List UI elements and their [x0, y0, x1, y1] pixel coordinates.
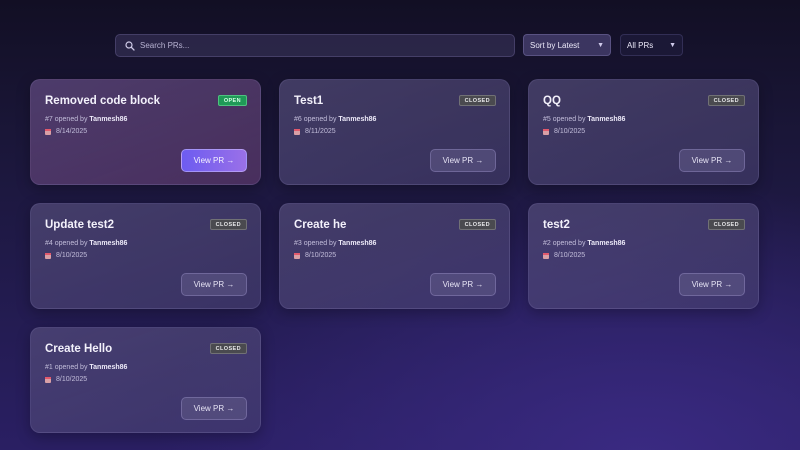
search-input[interactable] [140, 41, 500, 50]
pr-meta: #1 opened by Tanmesh86 [45, 364, 127, 371]
pr-number: #5 [543, 116, 551, 123]
pr-date: 8/14/2025 [56, 128, 88, 135]
status-badge: CLOSED [458, 95, 496, 106]
pr-author: Tanmesh86 [89, 240, 128, 247]
pr-number: #7 [45, 116, 53, 123]
view-pr-button[interactable]: View PR → [181, 397, 247, 420]
pr-author: Tanmesh86 [587, 240, 626, 247]
opened-by-text: opened by [303, 240, 337, 247]
calendar-icon [543, 252, 549, 259]
calendar-icon [294, 252, 300, 259]
pr-date-row: 8/10/2025 [45, 376, 87, 383]
sort-select[interactable]: Sort by Latest ▼ [523, 34, 611, 56]
status-badge: OPEN [217, 95, 247, 106]
pr-meta: #3 opened by Tanmesh86 [294, 240, 376, 247]
pr-author: Tanmesh86 [89, 116, 128, 123]
pr-author: Tanmesh86 [338, 240, 377, 247]
pr-date: 8/10/2025 [305, 252, 337, 259]
calendar-icon [45, 252, 51, 259]
pr-card: Create Hello CLOSED #1 opened by Tanmesh… [30, 327, 261, 433]
pr-date: 8/10/2025 [56, 376, 88, 383]
opened-by-text: opened by [54, 240, 88, 247]
view-pr-button[interactable]: View PR → [430, 273, 496, 296]
filter-select-value: All PRs [627, 40, 654, 50]
status-badge: CLOSED [209, 219, 247, 230]
pr-title: Create Hello [45, 343, 113, 355]
search-box[interactable] [115, 34, 515, 57]
calendar-icon [45, 128, 51, 135]
pr-card-grid: Removed code block OPEN #7 opened by Tan… [30, 79, 760, 439]
pr-date: 8/10/2025 [554, 252, 586, 259]
pr-card: Removed code block OPEN #7 opened by Tan… [30, 79, 261, 185]
pr-title: Test1 [294, 95, 324, 107]
pr-date-row: 8/11/2025 [294, 128, 336, 135]
filter-select[interactable]: All PRs ▼ [620, 34, 683, 56]
pr-card: QQ CLOSED #5 opened by Tanmesh86 8/10/20… [528, 79, 759, 185]
pr-meta: #7 opened by Tanmesh86 [45, 116, 127, 123]
pr-meta: #6 opened by Tanmesh86 [294, 116, 376, 123]
pr-date-row: 8/10/2025 [45, 252, 87, 259]
view-pr-button[interactable]: View PR → [679, 273, 745, 296]
pr-number: #2 [543, 240, 551, 247]
pr-title: Create he [294, 219, 347, 231]
pr-number: #1 [45, 364, 53, 371]
pr-number: #6 [294, 116, 302, 123]
pr-meta: #2 opened by Tanmesh86 [543, 240, 625, 247]
sort-select-value: Sort by Latest [530, 40, 580, 50]
opened-by-text: opened by [552, 116, 586, 123]
chevron-down-icon: ▼ [597, 41, 604, 49]
status-badge: CLOSED [458, 219, 496, 230]
pr-title: Removed code block [45, 95, 161, 107]
pr-meta: #5 opened by Tanmesh86 [543, 116, 625, 123]
pr-number: #3 [294, 240, 302, 247]
pr-date-row: 8/14/2025 [45, 128, 87, 135]
calendar-icon [294, 128, 300, 135]
pr-author: Tanmesh86 [338, 116, 377, 123]
pr-meta: #4 opened by Tanmesh86 [45, 240, 127, 247]
pr-card: test2 CLOSED #2 opened by Tanmesh86 8/10… [528, 203, 759, 309]
calendar-icon [543, 128, 549, 135]
view-pr-button[interactable]: View PR → [181, 149, 247, 172]
pr-title: QQ [543, 95, 561, 107]
pr-title: Update test2 [45, 219, 115, 231]
pr-date-row: 8/10/2025 [543, 252, 585, 259]
status-badge: CLOSED [707, 219, 745, 230]
opened-by-text: opened by [552, 240, 586, 247]
pr-date-row: 8/10/2025 [543, 128, 585, 135]
pr-title: test2 [543, 219, 570, 231]
search-icon [124, 40, 136, 52]
opened-by-text: opened by [54, 116, 88, 123]
pr-author: Tanmesh86 [89, 364, 128, 371]
pr-date-row: 8/10/2025 [294, 252, 336, 259]
pr-date: 8/10/2025 [56, 252, 88, 259]
pr-card: Test1 CLOSED #6 opened by Tanmesh86 8/11… [279, 79, 510, 185]
calendar-icon [45, 376, 51, 383]
opened-by-text: opened by [54, 364, 88, 371]
pr-date: 8/10/2025 [554, 128, 586, 135]
pr-number: #4 [45, 240, 53, 247]
view-pr-button[interactable]: View PR → [679, 149, 745, 172]
chevron-down-icon: ▼ [669, 41, 676, 49]
opened-by-text: opened by [303, 116, 337, 123]
view-pr-button[interactable]: View PR → [430, 149, 496, 172]
pr-card: Update test2 CLOSED #4 opened by Tanmesh… [30, 203, 261, 309]
pr-card: Create he CLOSED #3 opened by Tanmesh86 … [279, 203, 510, 309]
pr-author: Tanmesh86 [587, 116, 626, 123]
pr-date: 8/11/2025 [305, 128, 336, 135]
view-pr-button[interactable]: View PR → [181, 273, 247, 296]
status-badge: CLOSED [209, 343, 247, 354]
status-badge: CLOSED [707, 95, 745, 106]
